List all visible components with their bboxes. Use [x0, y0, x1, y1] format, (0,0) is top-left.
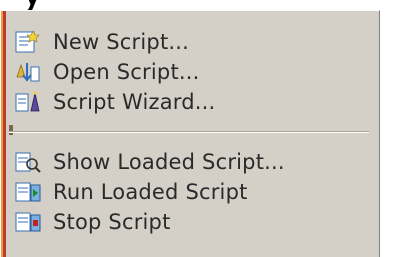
- screenshot-stage: y New Script...: [0, 0, 393, 257]
- menu-item-script-wizard[interactable]: Script Wizard...: [13, 87, 215, 117]
- menu-item-run-loaded-script[interactable]: Run Loaded Script: [13, 177, 248, 207]
- run-loaded-script-icon: [13, 179, 43, 205]
- menu-item-label: Stop Script: [53, 210, 171, 234]
- open-script-icon: [13, 59, 43, 85]
- menu-item-label: Run Loaded Script: [53, 180, 248, 204]
- menu-item-open-script[interactable]: Open Script...: [13, 57, 200, 87]
- separator-marker: [9, 125, 13, 135]
- menu-item-new-script[interactable]: New Script...: [13, 27, 189, 57]
- menu-item-label: Open Script...: [53, 60, 200, 84]
- menu-item-label: Script Wizard...: [53, 90, 216, 114]
- script-menu: New Script... Open Script... Script Wiza…: [0, 10, 380, 257]
- new-script-icon: [13, 29, 43, 55]
- show-loaded-script-icon: [13, 149, 43, 175]
- menu-separator: [9, 131, 369, 133]
- stop-script-icon: [13, 209, 43, 235]
- script-wizard-icon: [13, 89, 43, 115]
- menu-item-label: New Script...: [53, 30, 190, 54]
- menu-item-label: Show Loaded Script...: [53, 150, 285, 174]
- menu-left-stripe: [1, 11, 6, 257]
- menu-item-show-loaded-script[interactable]: Show Loaded Script...: [13, 147, 285, 177]
- menu-item-stop-script[interactable]: Stop Script: [13, 207, 171, 237]
